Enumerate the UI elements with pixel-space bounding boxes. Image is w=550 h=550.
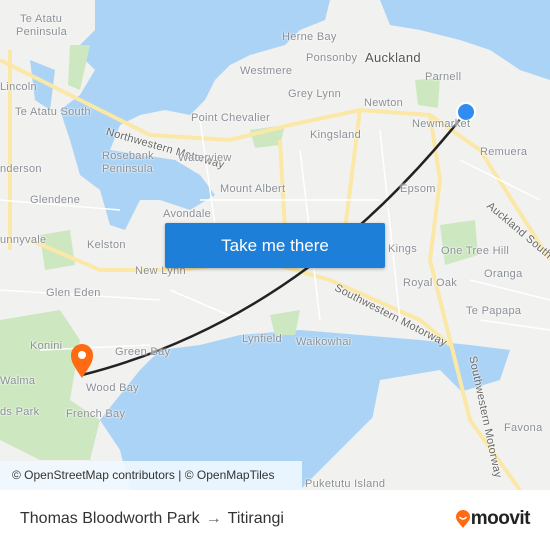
map-label: One Tree Hill <box>441 245 510 257</box>
map-label: Kelston <box>87 239 126 251</box>
map-label: Peninsula <box>102 163 154 175</box>
map-label: Glendene <box>30 194 81 206</box>
map-label: Westmere <box>240 65 293 77</box>
map-label: French Bay <box>66 408 126 420</box>
map-label: Oranga <box>484 268 523 280</box>
arrow-right-icon: → <box>205 510 222 527</box>
map-label: Kingsland <box>310 129 362 141</box>
map-label: Green Bay <box>115 346 171 358</box>
map-label: Avondale <box>163 208 212 220</box>
map[interactable]: Te Atatu Peninsula Herne Bay Auckland We… <box>0 0 550 490</box>
moovit-logo-text: moovit <box>470 508 531 529</box>
map-label: Parnell <box>425 71 462 83</box>
map-label: Point Chevalier <box>191 112 271 124</box>
map-label: Favona <box>504 422 543 434</box>
map-label: Lincoln <box>0 81 37 93</box>
map-label: Grey Lynn <box>288 88 342 100</box>
map-label: Te Papapa <box>466 305 522 317</box>
map-label: Konini <box>30 340 63 352</box>
map-label: Waikowhai <box>296 336 352 348</box>
map-label: Remuera <box>480 146 528 158</box>
map-label: Te Atatu <box>20 13 63 25</box>
origin-name: Thomas Bloodworth Park <box>20 510 200 527</box>
map-label: Ponsonby <box>306 52 358 64</box>
route-title: Thomas Bloodworth Park → Titirangi <box>20 510 284 528</box>
map-label: Lynfield <box>242 333 282 345</box>
map-label: Epsom <box>400 183 436 195</box>
map-attribution[interactable]: © OpenStreetMap contributors | © OpenMap… <box>0 461 302 490</box>
map-label: Newton <box>364 97 404 109</box>
map-label: Te Atatu South <box>15 106 91 118</box>
map-label: Newmarket <box>412 118 471 130</box>
map-label: unnyvale <box>0 234 47 246</box>
moovit-pin-icon <box>455 510 470 528</box>
map-label: Royal Oak <box>403 277 458 289</box>
map-label: Rosebank <box>102 150 154 162</box>
map-label: Mount Albert <box>220 183 286 195</box>
map-label: Waterview <box>178 152 232 164</box>
footer: Thomas Bloodworth Park → Titirangi moovit <box>0 490 550 550</box>
map-label: Glen Eden <box>46 287 101 299</box>
take-me-there-button[interactable]: Take me there <box>165 223 385 268</box>
moovit-logo[interactable]: moovit <box>455 508 531 530</box>
map-label: Peninsula <box>16 26 68 38</box>
map-label: nderson <box>0 163 42 175</box>
map-label: Herne Bay <box>282 31 337 43</box>
map-label: Kings <box>388 243 418 255</box>
map-label: Auckland <box>365 50 421 65</box>
destination-name: Titirangi <box>227 510 284 527</box>
map-label: Wood Bay <box>86 382 139 394</box>
map-label: Walma <box>0 375 36 387</box>
map-label: Puketutu Island <box>305 478 386 490</box>
map-label: ds Park <box>0 406 40 418</box>
